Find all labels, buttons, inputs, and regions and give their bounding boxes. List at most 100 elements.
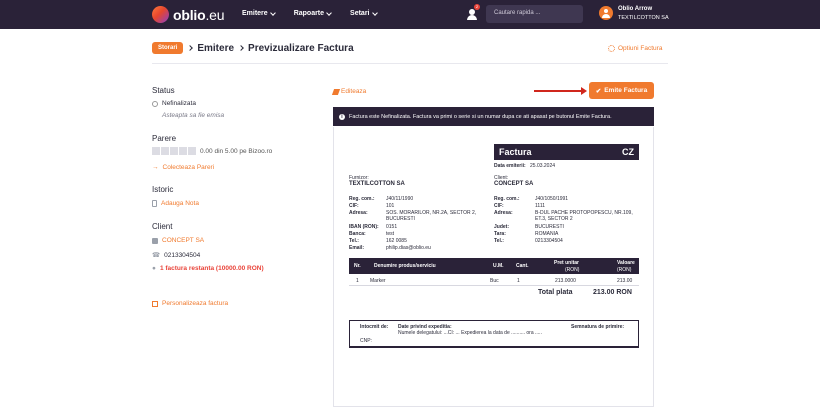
top-navbar: oblio.eu Emitere Rapoarte Setari 2 Cauta… — [0, 0, 820, 29]
supplier-field-label: Banca: — [349, 231, 366, 237]
date-value: 25.03.2024 — [530, 163, 556, 169]
arrow-right-icon: → — [152, 164, 159, 171]
date-label: Data emiterii: — [494, 163, 526, 169]
phone-icon: ☎ — [152, 252, 161, 259]
breadcrumb: Storari Emitere Previzualizare Factura — [152, 42, 354, 54]
supplier-field-label: Adresa: — [349, 210, 368, 216]
chevron-down-icon — [371, 9, 378, 16]
account-avatar-icon[interactable] — [599, 6, 613, 20]
client-name: CONCEPT SA — [494, 181, 534, 187]
star-icon — [161, 147, 169, 155]
account-company: TEXTILCOTTON SA — [618, 15, 669, 21]
row-name: Marker — [370, 278, 386, 284]
col-value: Valoare — [617, 260, 635, 266]
supplier-field-value: 0151 — [386, 224, 398, 230]
check-icon: ✔ — [595, 87, 602, 95]
client-field-label: Tel.: — [494, 238, 504, 244]
chevron-down-icon — [269, 9, 276, 16]
client-field-label: Adresa: — [494, 210, 513, 216]
invoice-footer: Intocmit de: CNP: Date privind expeditia… — [349, 320, 639, 348]
client-field-value: J40/1050/1991 — [535, 196, 569, 202]
invoice-preview: Factura CZ Data emiterii: 25.03.2024 Fur… — [333, 127, 654, 407]
search-input[interactable]: Cautare rapida ... — [486, 5, 583, 23]
col-um: U.M. — [493, 263, 504, 269]
col-nr: Nr. — [354, 263, 361, 269]
supplier-field-value: BUCURESTI — [386, 216, 415, 222]
supplier-field-value: 101 — [386, 203, 395, 209]
breadcrumb-section[interactable]: Emitere — [197, 43, 234, 54]
reviews-row: 0.00 din 5.00 pe Bizoo.ro — [152, 147, 272, 155]
chevron-right-icon — [187, 45, 194, 51]
invoice-title: Factura — [499, 147, 532, 157]
supplier-field-label: Tel.: — [349, 238, 359, 244]
client-link[interactable]: CONCEPT SA — [152, 237, 204, 244]
gear-icon — [608, 45, 615, 52]
main-menu: Emitere Rapoarte Setari — [242, 9, 378, 17]
reviews-heading: Parere — [152, 134, 177, 143]
add-note-link[interactable]: Adauga Nota — [152, 200, 199, 207]
supplier-field-label: CIF: — [349, 203, 359, 209]
status-row: Nefinalizata — [152, 100, 196, 107]
logo-icon — [152, 6, 169, 23]
menu-rapoarte[interactable]: Rapoarte — [294, 9, 332, 17]
client-field-label: Reg. com.: — [494, 196, 520, 202]
brand-name: oblio — [173, 6, 206, 23]
invoice-series: CZ — [622, 147, 634, 157]
customize-icon — [152, 300, 158, 307]
client-field-value: 0213304504 — [535, 238, 563, 244]
building-icon — [152, 237, 158, 244]
client-field-label: CIF: — [494, 203, 504, 209]
client-phone: 0213304504 — [164, 251, 201, 259]
delivery-text: Numele delegatului: ...CI: ... Expediere… — [398, 330, 542, 336]
supplier-field-label: Email: — [349, 245, 365, 251]
row-qty: 1 — [517, 278, 520, 284]
breadcrumb-pill[interactable]: Storari — [152, 42, 184, 54]
row-price: 213.0000 — [555, 278, 576, 284]
client-field-value: ROMANIA — [535, 231, 559, 237]
star-icon — [152, 147, 160, 155]
total-label: Total plata — [538, 289, 573, 296]
total-value: 213.00 RON — [593, 289, 632, 296]
invoice-title-bar: Factura CZ — [494, 144, 639, 160]
supplier-field-value: philip.dias@oblio.eu — [386, 245, 431, 251]
info-icon: i — [339, 113, 345, 120]
supplier-name: TEXTILCOTTON SA — [349, 181, 405, 187]
edit-invoice-link[interactable]: Editeaza — [331, 88, 366, 95]
info-notice: i Factura este Nefinalizata. Factura va … — [333, 107, 654, 126]
star-icon — [179, 147, 187, 155]
customize-invoice-link[interactable]: Personalizeaza factura — [152, 300, 228, 307]
col-name: Denumire produs/serviciu — [374, 263, 436, 269]
client-field-label: Judet: — [494, 224, 509, 230]
account-name[interactable]: Oblio Arrow — [618, 6, 652, 12]
invoice-options-link[interactable]: Optiuni Factura — [608, 45, 662, 52]
cnp-label: CNP: — [360, 338, 372, 344]
star-icon — [188, 147, 196, 155]
supplier-field-label: Reg. com.: — [349, 196, 375, 202]
menu-emitere[interactable]: Emitere — [242, 9, 276, 17]
brand-suffix: .eu — [205, 6, 225, 23]
overdue-invoices-link[interactable]: ● 1 factura restanta (10000.00 RON) — [152, 265, 264, 272]
items-table-header: Nr. Denumire produs/serviciu U.M. Cant. … — [349, 258, 639, 274]
menu-setari[interactable]: Setari — [350, 9, 378, 17]
supplier-field-value: 162 0085 — [386, 238, 407, 244]
chevron-down-icon — [326, 9, 332, 16]
reviews-score: 0.00 din 5.00 pe Bizoo.ro — [200, 147, 273, 155]
status-value: Nefinalizata — [162, 100, 196, 107]
status-radio-icon — [152, 100, 158, 107]
chevron-right-icon — [238, 45, 244, 51]
client-phone-row: ☎ 0213304504 — [152, 251, 201, 260]
history-heading: Istoric — [152, 185, 174, 194]
notice-text: Factura este Nefinalizata. Factura va pr… — [349, 113, 612, 120]
col-price: Pret unitar — [554, 260, 580, 266]
emit-invoice-button[interactable]: ✔ Emite Factura — [589, 82, 654, 99]
page-title: Previzualizare Factura — [248, 42, 354, 54]
alert-icon: ● — [152, 265, 156, 272]
collect-reviews-link[interactable]: → Colecteaza Pareri — [152, 164, 214, 171]
row-divider — [349, 285, 639, 286]
client-field-label: Tara: — [494, 231, 506, 237]
row-value: 213.00 — [617, 278, 633, 284]
supplier-field-value: test — [386, 231, 395, 237]
pencil-icon — [331, 88, 341, 95]
star-icon — [170, 147, 178, 155]
brand-logo[interactable]: oblio.eu — [152, 6, 225, 23]
